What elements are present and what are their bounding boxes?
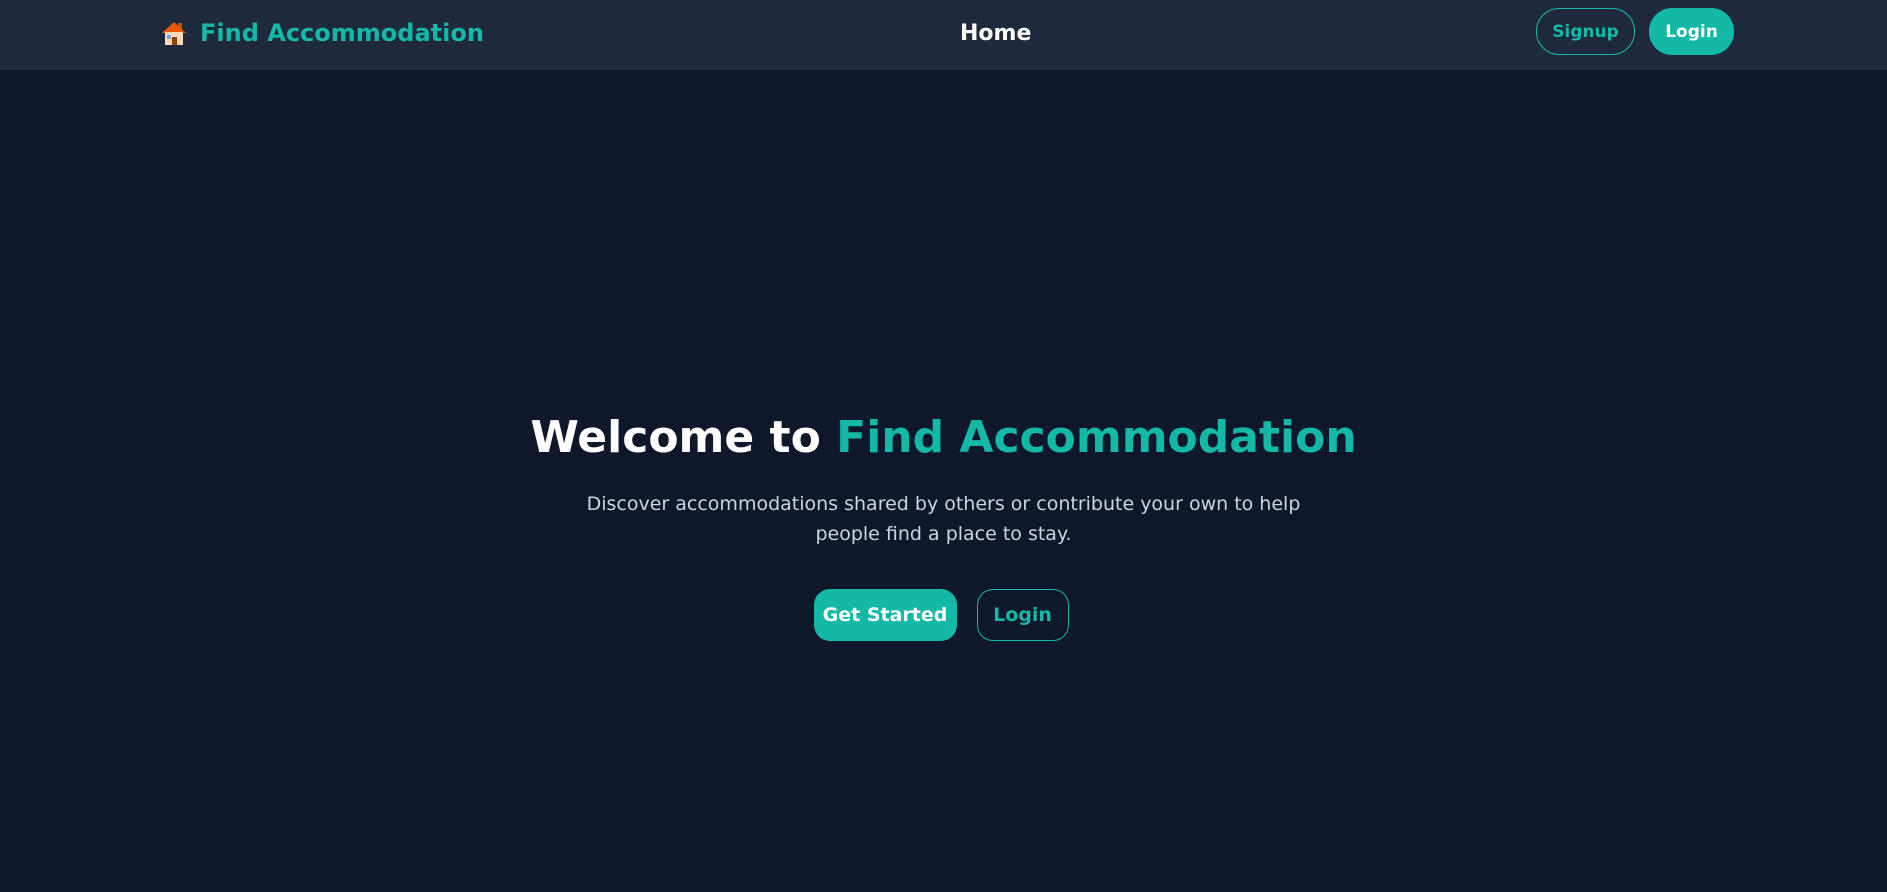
brand-logo-link[interactable]: Find Accommodation: [160, 0, 484, 66]
hero-title: Welcome to Find Accommodation: [0, 410, 1887, 466]
nav-link-home[interactable]: Home: [960, 0, 1031, 66]
hero-title-accent: Find Accommodation: [836, 412, 1357, 463]
hero-actions: Get Started Login: [0, 589, 1887, 641]
brand-name: Find Accommodation: [200, 19, 484, 47]
hero-title-prefix: Welcome to: [530, 412, 837, 463]
signup-button[interactable]: Signup: [1536, 8, 1635, 55]
navbar: Find Accommodation Home Signup Login: [0, 0, 1887, 70]
login-button[interactable]: Login: [1649, 8, 1734, 55]
hero-section: Welcome to Find Accommodation Discover a…: [0, 410, 1887, 641]
house-icon: [160, 19, 188, 47]
hero-login-button[interactable]: Login: [976, 589, 1069, 641]
hero-description: Discover accommodations shared by others…: [586, 493, 1301, 545]
get-started-button[interactable]: Get Started: [813, 589, 957, 641]
